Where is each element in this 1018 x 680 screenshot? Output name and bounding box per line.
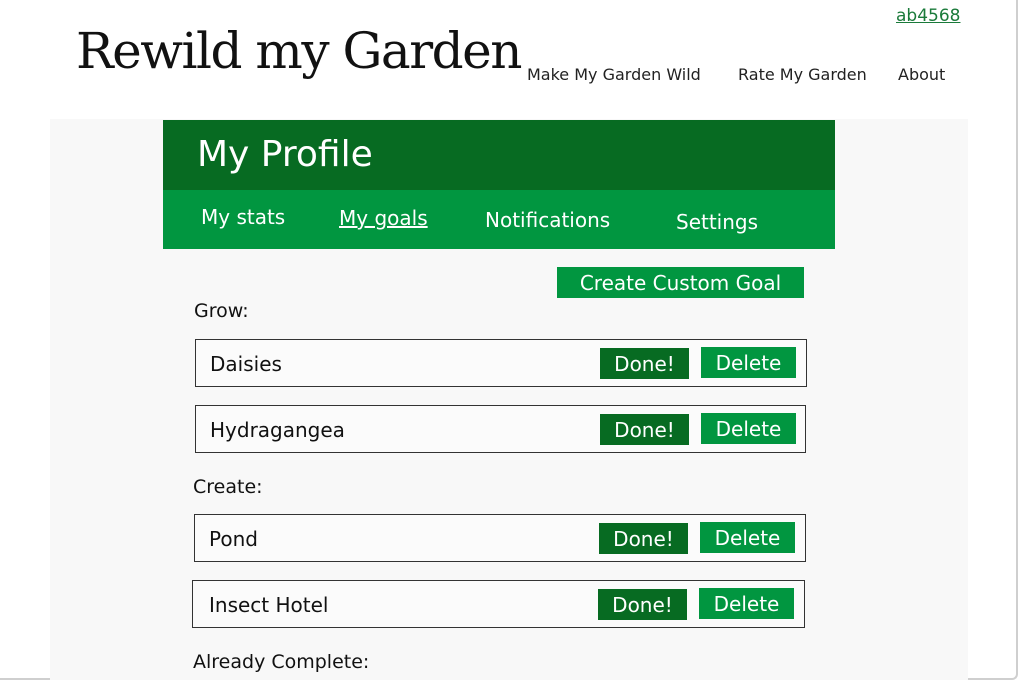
- goal-name: Daisies: [210, 352, 282, 376]
- section-label-grow: Grow:: [194, 300, 249, 322]
- done-button[interactable]: Done!: [599, 523, 688, 554]
- done-button[interactable]: Done!: [600, 414, 689, 445]
- goal-row: Insect Hotel Done! Delete: [192, 580, 805, 628]
- delete-button[interactable]: Delete: [700, 522, 795, 553]
- tab-settings[interactable]: Settings: [676, 210, 758, 234]
- delete-button[interactable]: Delete: [701, 413, 796, 444]
- delete-button[interactable]: Delete: [699, 588, 794, 619]
- nav-rate-my-garden[interactable]: Rate My Garden: [738, 65, 867, 84]
- profile-tab-bar: My stats My goals Notifications Settings: [163, 190, 835, 249]
- site-logo[interactable]: Rewild my Garden: [76, 22, 522, 80]
- delete-button[interactable]: Delete: [701, 347, 796, 378]
- goal-name: Hydragangea: [210, 418, 345, 442]
- profile-header: My Profile: [163, 120, 835, 190]
- goal-row: Pond Done! Delete: [194, 514, 806, 562]
- goal-name: Insect Hotel: [209, 593, 329, 617]
- tab-my-goals[interactable]: My goals: [339, 206, 428, 230]
- tab-notifications[interactable]: Notifications: [485, 208, 610, 232]
- goal-row: Daisies Done! Delete: [195, 339, 807, 387]
- create-custom-goal-button[interactable]: Create Custom Goal: [557, 267, 804, 298]
- section-label-already-complete: Already Complete:: [193, 651, 370, 673]
- nav-about[interactable]: About: [898, 65, 945, 84]
- goal-row: Hydragangea Done! Delete: [195, 405, 806, 453]
- section-label-create: Create:: [193, 476, 263, 498]
- goal-name: Pond: [209, 527, 258, 551]
- done-button[interactable]: Done!: [600, 348, 689, 379]
- page-title: My Profile: [197, 134, 373, 175]
- done-button[interactable]: Done!: [598, 589, 687, 620]
- tab-my-stats[interactable]: My stats: [201, 205, 285, 229]
- user-account-link[interactable]: ab4568: [896, 6, 960, 26]
- nav-make-my-garden-wild[interactable]: Make My Garden Wild: [527, 65, 701, 84]
